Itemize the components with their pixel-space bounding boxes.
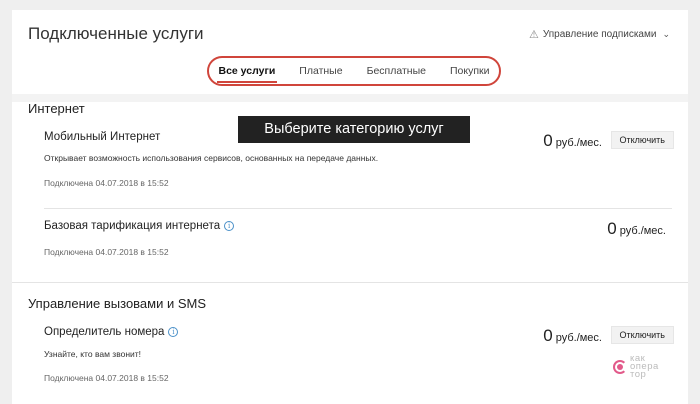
disconnect-button[interactable]: Отключить: [610, 131, 674, 149]
price-unit: руб./мес.: [555, 332, 602, 344]
service-name-text: Базовая тарификация интернета: [44, 220, 221, 232]
category-tabs: Все услуги Платные Бесплатные Покупки: [207, 56, 501, 86]
row-divider: [44, 208, 672, 209]
service-name-text: Определитель номера: [44, 326, 165, 338]
watermark-logo: как опера тор: [613, 353, 659, 380]
price-unit: руб./мес.: [555, 137, 602, 149]
warning-icon: ⚠: [528, 29, 539, 41]
service-price: 0 руб./мес.: [607, 219, 666, 239]
manage-subscriptions-label: Управление подписками: [542, 29, 657, 40]
info-icon[interactable]: i: [224, 221, 235, 231]
section-divider: [12, 282, 688, 283]
category-tooltip: Выберите категорию услуг: [238, 116, 470, 143]
service-description: Узнайте, кто вам звонит!: [44, 349, 142, 359]
disconnect-button[interactable]: Отключить: [610, 326, 674, 344]
service-description: Открывает возможность использования серв…: [44, 153, 379, 163]
section-divider: [12, 94, 688, 102]
price-value: 0: [543, 131, 553, 150]
section-title-internet: Интернет: [28, 101, 85, 116]
tab-paid[interactable]: Платные: [299, 65, 342, 77]
services-card: Подключенные услуги ⚠ Управление подписк…: [12, 10, 688, 404]
section-title-calls-sms: Управление вызовами и SMS: [28, 296, 207, 311]
service-name: Определитель номера i: [44, 326, 179, 338]
service-connected-date: Подключена 04.07.2018 в 15:52: [44, 178, 169, 188]
service-connected-date: Подключена 04.07.2018 в 15:52: [44, 247, 169, 257]
watermark-text: как опера тор: [630, 353, 659, 380]
tab-free[interactable]: Бесплатные: [367, 65, 426, 77]
service-price: 0 руб./мес.: [543, 131, 602, 151]
manage-subscriptions-link[interactable]: ⚠ Управление подписками ⌄: [529, 28, 670, 41]
price-unit: руб./мес.: [619, 225, 666, 237]
price-value: 0: [543, 326, 553, 345]
tab-purchases[interactable]: Покупки: [450, 65, 490, 77]
service-name: Мобильный Интернет: [44, 131, 160, 143]
tab-all-services[interactable]: Все услуги: [216, 65, 278, 83]
price-value: 0: [607, 219, 617, 238]
service-name: Базовая тарификация интернета i: [44, 220, 235, 232]
info-icon[interactable]: i: [168, 327, 179, 337]
service-connected-date: Подключена 04.07.2018 в 15:52: [44, 373, 169, 383]
watermark-mark-icon: [613, 360, 627, 374]
service-name-text: Мобильный Интернет: [44, 131, 161, 143]
service-price: 0 руб./мес.: [543, 326, 602, 346]
chevron-down-icon: ⌄: [662, 29, 670, 39]
page-title: Подключенные услуги: [28, 24, 204, 43]
